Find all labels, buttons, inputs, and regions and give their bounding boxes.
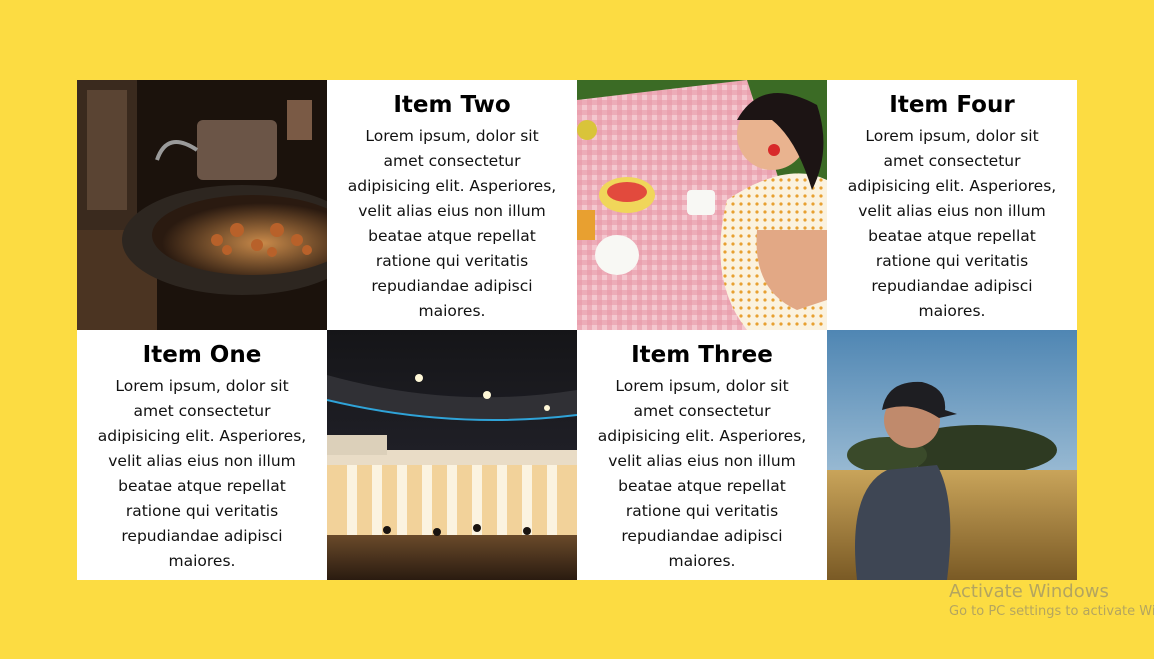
item-one-body: Lorem ipsum, dolor sit amet consectetur …	[97, 377, 307, 570]
item-two-title: Item Two	[393, 92, 511, 118]
item-two-body: Lorem ipsum, dolor sit amet consectetur …	[347, 127, 557, 320]
field-image	[827, 330, 1077, 580]
item-one-title: Item One	[142, 342, 262, 368]
colonnade-image	[327, 330, 577, 580]
item-three-card: Item Three Lorem ipsum, dolor sit amet c…	[577, 330, 827, 580]
colonnade-photo	[327, 330, 577, 580]
watermark-title: Activate Windows	[949, 581, 1109, 602]
item-grid: Item Two Lorem ipsum, dolor sit amet con…	[77, 80, 1077, 580]
picnic-photo	[577, 80, 827, 330]
item-four-title: Item Four	[889, 92, 1015, 118]
item-three-title: Item Three	[631, 342, 773, 368]
item-three-body: Lorem ipsum, dolor sit amet consectetur …	[597, 377, 807, 570]
item-two-card: Item Two Lorem ipsum, dolor sit amet con…	[327, 80, 577, 330]
item-one-card: Item One Lorem ipsum, dolor sit amet con…	[77, 330, 327, 580]
picnic-image	[577, 80, 827, 330]
watermark-subtitle: Go to PC settings to activate Windows.	[949, 604, 1154, 619]
item-four-card: Item Four Lorem ipsum, dolor sit amet co…	[827, 80, 1077, 330]
cooking-image	[77, 80, 327, 330]
item-four-body: Lorem ipsum, dolor sit amet consectetur …	[847, 127, 1057, 320]
field-photo	[827, 330, 1077, 580]
activate-windows-watermark: Activate Windows Go to PC settings to ac…	[949, 581, 1154, 621]
cooking-photo	[77, 80, 327, 330]
